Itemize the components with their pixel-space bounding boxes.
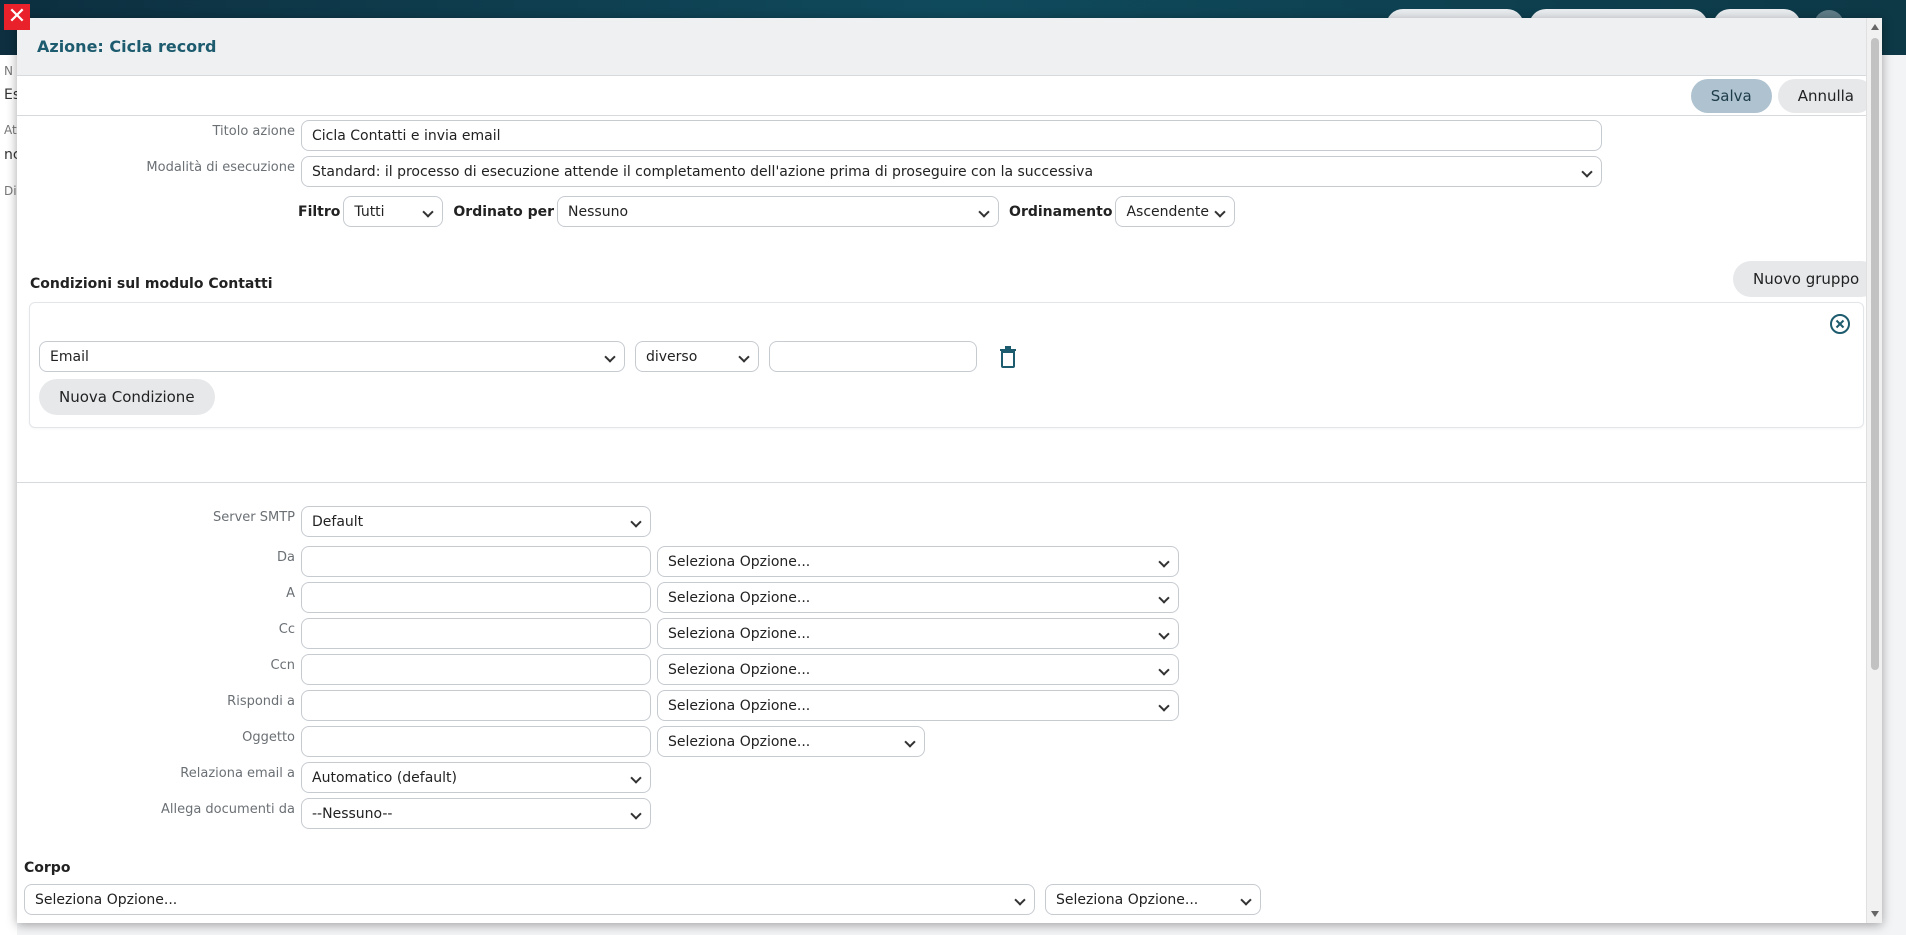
from-label: Da [277, 550, 295, 565]
filter-label: Filtro [298, 203, 341, 220]
scroll-down-icon[interactable] [1871, 911, 1879, 917]
new-group-button[interactable]: Nuovo gruppo [1733, 261, 1880, 297]
scroll-up-icon[interactable] [1871, 24, 1879, 30]
exec-mode-label: Modalità di esecuzione [146, 160, 295, 175]
reply-to-option-select[interactable]: Seleziona Opzione... [657, 690, 1179, 721]
subject-option-select[interactable]: Seleziona Opzione... [657, 726, 925, 757]
background-letter: At [4, 123, 17, 137]
reply-to-input[interactable] [301, 690, 651, 721]
condition-group-panel: Email diverso Nuova Condizione [29, 302, 1864, 428]
bcc-input[interactable] [301, 654, 651, 685]
to-input[interactable] [301, 582, 651, 613]
condition-field-select[interactable]: Email [39, 341, 625, 372]
modal-header: Azione: Cicla record [17, 18, 1882, 76]
attach-select[interactable]: --Nessuno-- [301, 798, 651, 829]
body-field-select[interactable]: Seleziona Opzione... [24, 884, 1035, 915]
cancel-button[interactable]: Annulla [1777, 78, 1874, 113]
bcc-label: Ccn [270, 658, 295, 673]
background-letter: Di [4, 184, 17, 198]
body-label: Corpo [24, 860, 71, 876]
reply-to-label: Rispondi a [227, 694, 295, 709]
exec-mode-select[interactable]: Standard: il processo di esecuzione atte… [301, 156, 1602, 187]
relate-select[interactable]: Automatico (default) [301, 762, 651, 793]
ordering-label: Ordinamento [1009, 203, 1113, 220]
cc-label: Cc [278, 622, 295, 637]
modal-scrollbar[interactable] [1866, 18, 1882, 923]
cc-option-select[interactable]: Seleziona Opzione... [657, 618, 1179, 649]
smtp-select[interactable]: Default [301, 506, 651, 537]
action-title-label: Titolo azione [212, 124, 296, 139]
to-label: A [286, 586, 295, 601]
attach-label: Allega documenti da [160, 802, 295, 817]
from-input[interactable] [301, 546, 651, 577]
conditions-title: Condizioni sul modulo Contatti [30, 276, 273, 292]
remove-group-icon[interactable] [1829, 313, 1851, 335]
condition-operator-select[interactable]: diverso [635, 341, 759, 372]
section-divider [17, 482, 1882, 483]
body-option-select[interactable]: Seleziona Opzione... [1045, 884, 1261, 915]
bcc-option-select[interactable]: Seleziona Opzione... [657, 654, 1179, 685]
background-left-strip: N Es At nc Di [0, 55, 21, 935]
order-by-select[interactable]: Nessuno [557, 196, 1000, 227]
subject-input[interactable] [301, 726, 651, 757]
relate-label: Relaziona email a [180, 766, 295, 781]
to-option-select[interactable]: Seleziona Opzione... [657, 582, 1179, 613]
cc-input[interactable] [301, 618, 651, 649]
scrollbar-thumb[interactable] [1871, 38, 1879, 670]
modal-title: Azione: Cicla record [37, 37, 217, 56]
trash-icon[interactable] [999, 345, 1017, 368]
from-option-select[interactable]: Seleziona Opzione... [657, 546, 1179, 577]
condition-value-input[interactable] [769, 341, 977, 372]
ordering-select[interactable]: Ascendente [1115, 196, 1236, 227]
action-title-input[interactable]: Cicla Contatti e invia email [301, 120, 1602, 151]
action-modal: Azione: Cicla record Salva Annulla Titol… [17, 18, 1882, 923]
smtp-label: Server SMTP [212, 510, 295, 525]
order-by-label: Ordinato per [453, 203, 555, 220]
save-button[interactable]: Salva [1690, 78, 1772, 113]
filter-select[interactable]: Tutti [343, 196, 444, 227]
subject-label: Oggetto [242, 730, 295, 745]
new-condition-button[interactable]: Nuova Condizione [39, 379, 215, 415]
background-letter: N [4, 64, 13, 78]
close-icon[interactable]: ✕ [4, 4, 30, 30]
action-bar: Salva Annulla [17, 76, 1882, 116]
